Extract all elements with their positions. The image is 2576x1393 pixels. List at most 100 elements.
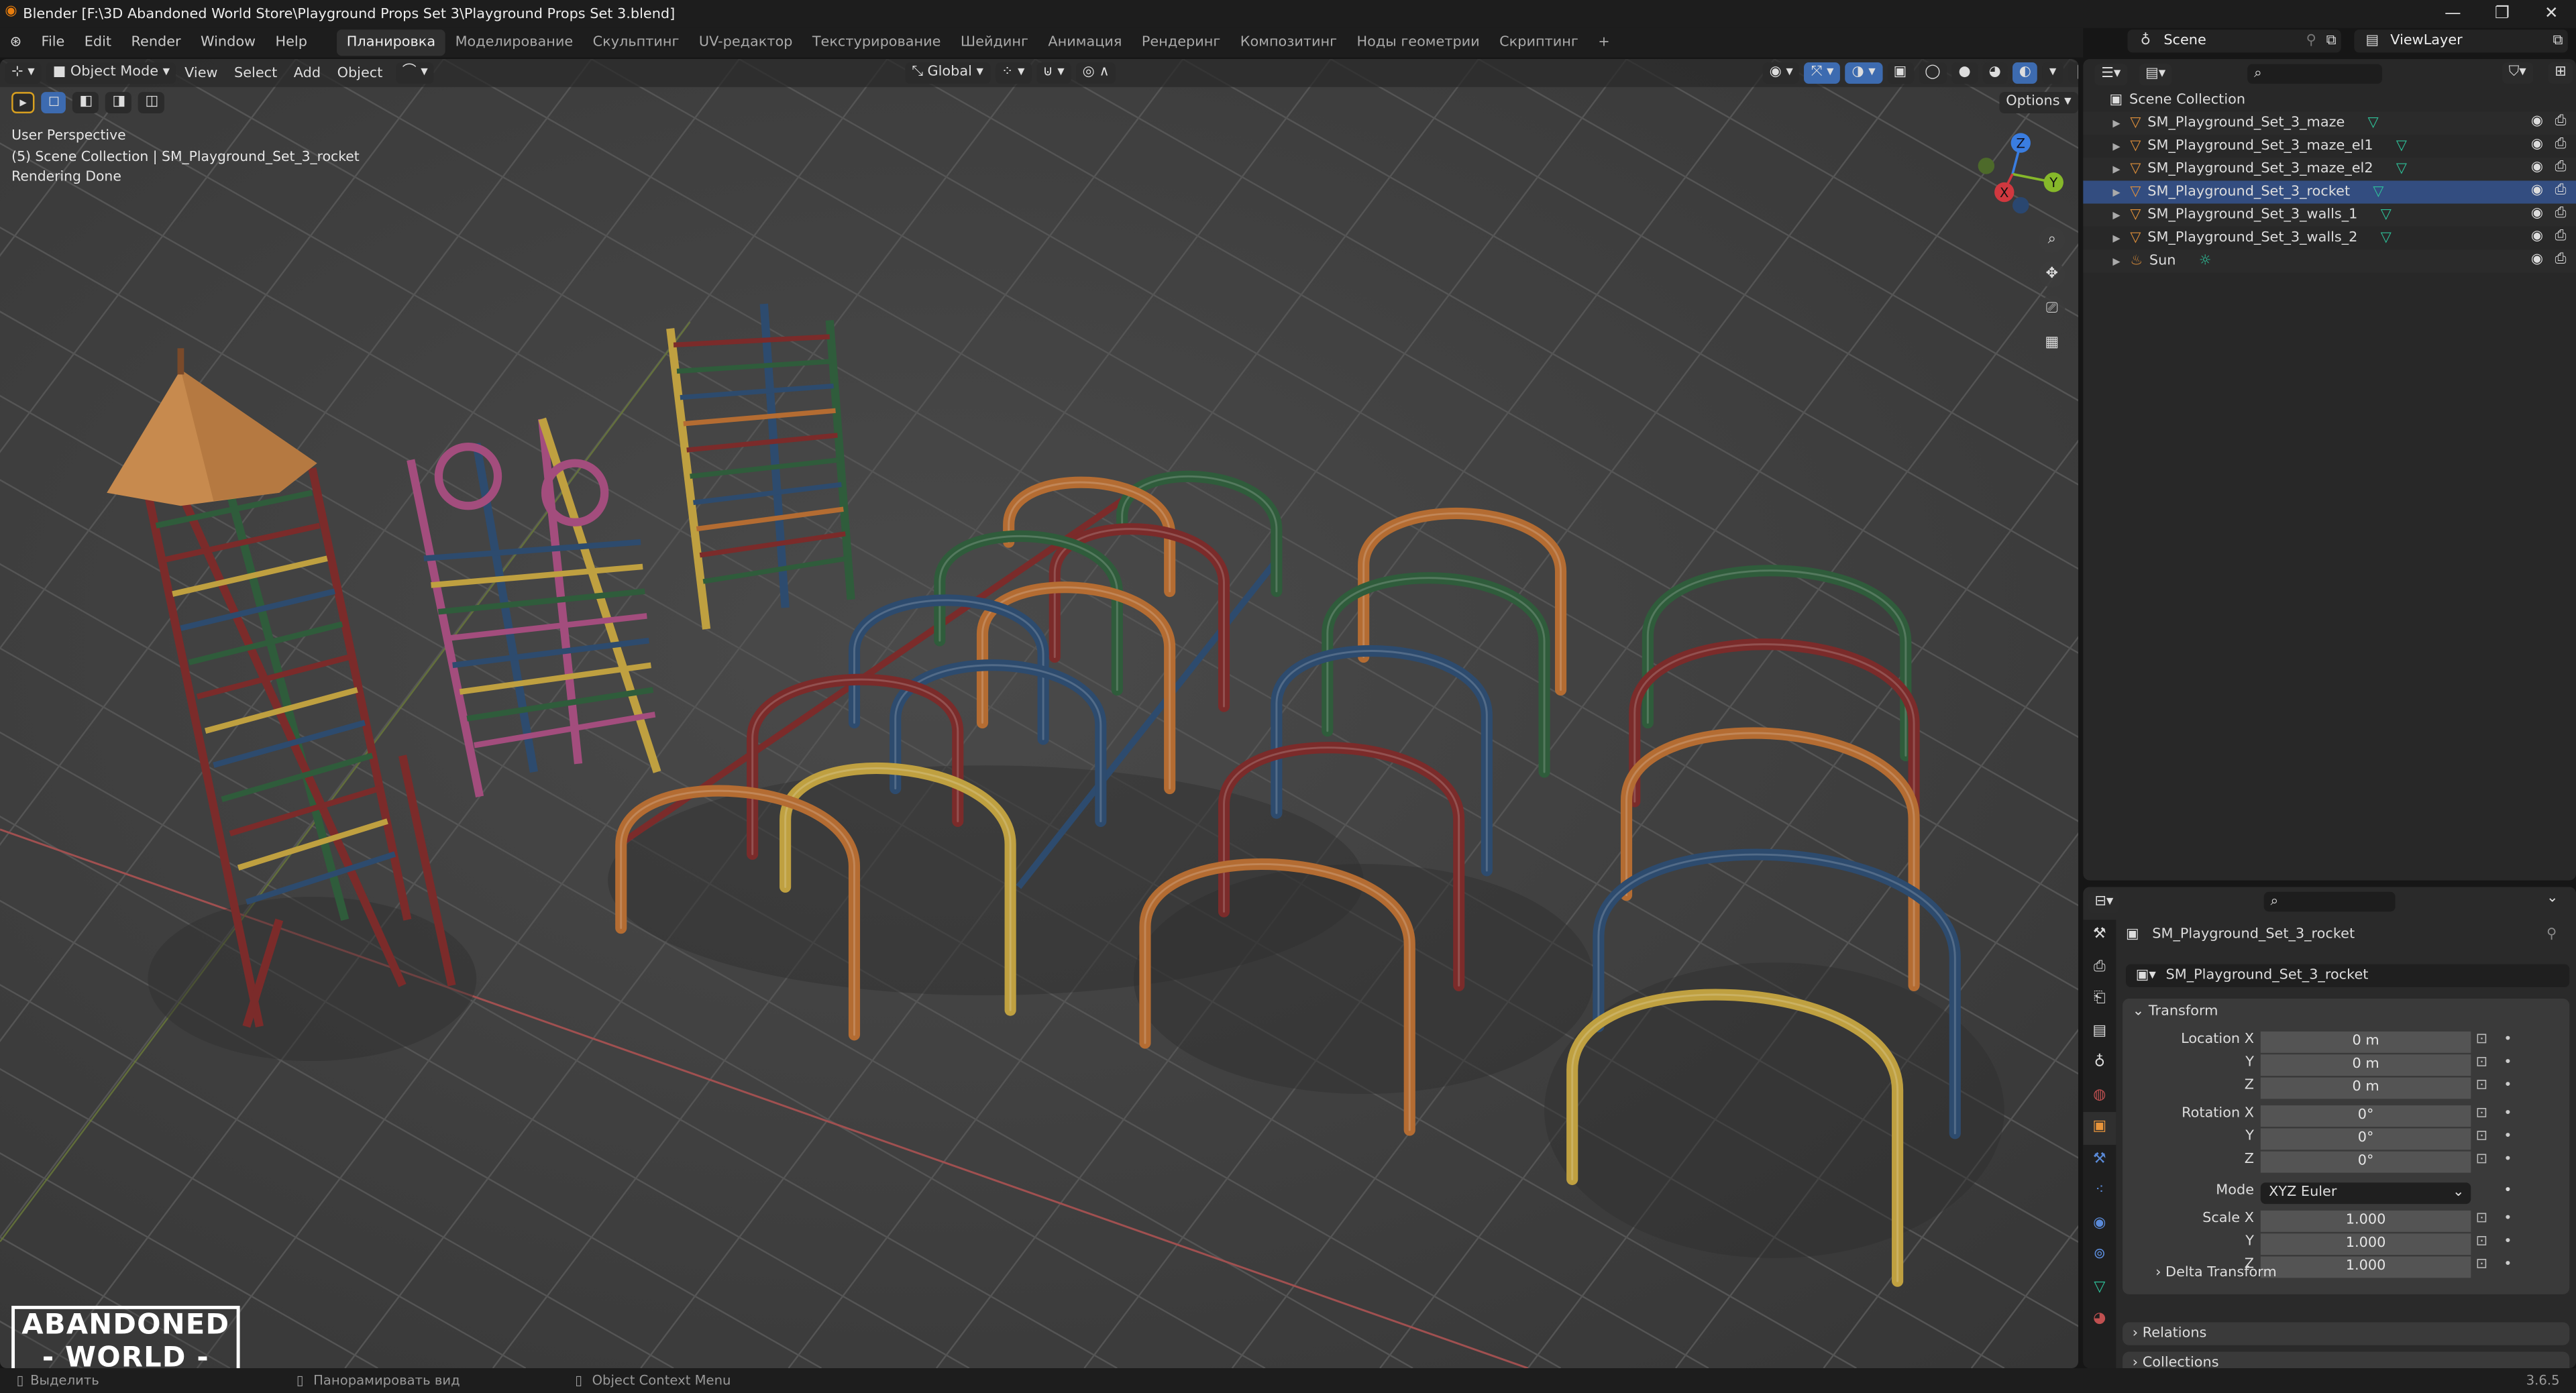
- minimize-button[interactable]: —: [2428, 0, 2477, 28]
- keyframe-dot-icon[interactable]: •: [2504, 1128, 2512, 1144]
- keyframe-dot-icon[interactable]: •: [2504, 1182, 2512, 1199]
- menu-view[interactable]: View: [176, 65, 226, 81]
- gizmo-x[interactable]: X: [2000, 185, 2008, 201]
- sun-data-icon[interactable]: ☼: [2199, 253, 2212, 269]
- zoom-icon[interactable]: ⌕: [2039, 226, 2065, 254]
- tab-texture-paint[interactable]: Текстурирование: [802, 30, 951, 56]
- relations-panel-header[interactable]: › Relations: [2123, 1322, 2570, 1345]
- expand-arrow-icon[interactable]: ▶: [2112, 233, 2120, 244]
- mesh-data-icon[interactable]: ▽: [2381, 230, 2392, 246]
- menu-object[interactable]: Object: [329, 65, 390, 81]
- visibility-eye-icon[interactable]: ◉: [2531, 113, 2543, 129]
- outliner-item-name[interactable]: SM_Playground_Set_3_walls_1: [2147, 207, 2357, 223]
- options-dropdown[interactable]: Options ▾: [1999, 92, 2078, 113]
- tab-modeling[interactable]: Моделирование: [445, 30, 583, 56]
- expand-arrow-icon[interactable]: ▶: [2112, 164, 2120, 175]
- material-tab-icon[interactable]: ◕: [2083, 1304, 2116, 1337]
- outliner-item[interactable]: ▶ ▽ SM_Playground_Set_3_maze_el1 ▽ ◉ ⎙: [2083, 135, 2576, 158]
- outliner-item-name[interactable]: SM_Playground_Set_3_maze_el2: [2147, 161, 2373, 177]
- value-field[interactable]: 0°: [2260, 1105, 2471, 1127]
- outliner-search[interactable]: ⌕: [2247, 64, 2383, 84]
- add-workspace-button[interactable]: +: [1588, 30, 1619, 56]
- keyframe-dot-icon[interactable]: •: [2504, 1211, 2512, 1227]
- physics-tab-icon[interactable]: ◉: [2083, 1208, 2116, 1240]
- render-camera-icon[interactable]: ⎙: [2555, 113, 2567, 129]
- keyframe-dot-icon[interactable]: •: [2504, 1256, 2512, 1272]
- tab-sculpting[interactable]: Скульптинг: [583, 30, 689, 56]
- snap-toggle[interactable]: ⊍ ▾: [1036, 62, 1071, 84]
- keyframe-dot-icon[interactable]: •: [2504, 1032, 2512, 1048]
- lock-icon[interactable]: ⊡: [2476, 1105, 2487, 1121]
- visibility-eye-icon[interactable]: ◉: [2531, 252, 2543, 268]
- gizmo-neg-z[interactable]: [2012, 197, 2029, 214]
- lock-icon[interactable]: ⊡: [2476, 1152, 2487, 1168]
- gizmo-z[interactable]: Z: [2017, 135, 2025, 151]
- proportional-edit-toggle[interactable]: ◎ ∧: [1075, 62, 1116, 84]
- gizmo-toggle[interactable]: ⤧ ▾: [1804, 62, 1841, 84]
- outliner-item-name[interactable]: SM_Playground_Set_3_walls_2: [2147, 230, 2357, 246]
- outliner-item-name[interactable]: SM_Playground_Set_3_rocket: [2147, 184, 2350, 200]
- gizmo-neg-y[interactable]: [1978, 158, 1995, 174]
- shading-wireframe[interactable]: ◯: [1918, 62, 1947, 84]
- outliner-item[interactable]: ▶ ♨ Sun ☼ ◉ ⎙: [2083, 249, 2576, 273]
- menu-render[interactable]: Render: [121, 34, 191, 50]
- view-layer-selector[interactable]: ▤ ViewLayer ⧉: [2354, 30, 2568, 53]
- constraints-tab-icon[interactable]: ⊚: [2083, 1240, 2116, 1272]
- select-extend-icon[interactable]: ◧: [72, 92, 99, 113]
- keyframe-dot-icon[interactable]: •: [2504, 1233, 2512, 1249]
- render-camera-icon[interactable]: ⎙: [2555, 252, 2567, 268]
- lock-icon[interactable]: ⊡: [2476, 1233, 2487, 1249]
- tab-uv-editing[interactable]: UV-редактор: [689, 30, 802, 56]
- delta-transform-header[interactable]: › Delta Transform: [2155, 1265, 2277, 1281]
- outliner-item-name[interactable]: SM_Playground_Set_3_maze: [2147, 115, 2345, 131]
- expand-arrow-icon[interactable]: ▶: [2112, 186, 2120, 198]
- shading-rendered[interactable]: ◐: [2012, 62, 2038, 84]
- new-collection-button[interactable]: ⊞: [2548, 62, 2573, 84]
- outliner-item[interactable]: ▶ ▽ SM_Playground_Set_3_walls_2 ▽ ◉ ⎙: [2083, 227, 2576, 249]
- keyframe-dot-icon[interactable]: •: [2504, 1054, 2512, 1070]
- new-scene-icon[interactable]: ⧉: [2321, 33, 2341, 49]
- transform-header[interactable]: ⌄ Transform: [2133, 1003, 2218, 1019]
- render-camera-icon[interactable]: ⎙: [2555, 228, 2567, 244]
- pan-hand-icon[interactable]: ✥: [2039, 261, 2065, 288]
- tab-geometry-nodes[interactable]: Ноды геометрии: [1347, 30, 1490, 56]
- pause-render-button[interactable]: ❚❚: [2068, 62, 2078, 84]
- visibility-eye-icon[interactable]: ◉: [2531, 228, 2543, 244]
- blender-menu-icon[interactable]: ⊛: [0, 34, 32, 50]
- lock-icon[interactable]: ⊡: [2476, 1128, 2487, 1144]
- scene-collection-row[interactable]: ▣ Scene Collection: [2083, 89, 2576, 111]
- value-field[interactable]: 0 m: [2260, 1054, 2471, 1076]
- tool-tab-icon[interactable]: ⚒: [2083, 920, 2116, 952]
- render-camera-icon[interactable]: ⎙: [2555, 182, 2567, 199]
- editor-type-button[interactable]: ⊹ ▾: [5, 62, 42, 84]
- value-field[interactable]: 1.000: [2260, 1256, 2471, 1278]
- mesh-data-icon[interactable]: ▽: [2396, 161, 2407, 177]
- mesh-data-icon[interactable]: ▽: [2373, 184, 2383, 200]
- object-name-value[interactable]: SM_Playground_Set_3_rocket: [2166, 967, 2369, 983]
- menu-help[interactable]: Help: [266, 34, 317, 50]
- render-camera-icon[interactable]: ⎙: [2555, 136, 2567, 152]
- scene-name[interactable]: Scene: [2163, 33, 2301, 49]
- render-camera-icon[interactable]: ⎙: [2555, 205, 2567, 221]
- camera-view-icon[interactable]: ⎚: [2039, 295, 2065, 323]
- value-field[interactable]: 1.000: [2260, 1233, 2471, 1256]
- pin-icon[interactable]: ⚲: [2301, 33, 2321, 49]
- gizmo-y[interactable]: Y: [2049, 175, 2057, 190]
- outliner-item[interactable]: ▶ ▽ SM_Playground_Set_3_maze ▽ ◉ ⎙: [2083, 111, 2576, 135]
- mesh-data-icon[interactable]: ▽: [2396, 138, 2407, 154]
- tab-rendering[interactable]: Рендеринг: [1132, 30, 1230, 56]
- pin-icon[interactable]: ⚲: [2546, 926, 2557, 942]
- keyframe-dot-icon[interactable]: •: [2504, 1078, 2512, 1094]
- render-tab-icon[interactable]: ⎙: [2083, 952, 2116, 984]
- visibility-eye-icon[interactable]: ◉: [2531, 136, 2543, 152]
- tab-layout[interactable]: Планировка: [337, 30, 445, 56]
- xray-toggle[interactable]: ▣: [1886, 62, 1914, 84]
- lock-icon[interactable]: ⊡: [2476, 1032, 2487, 1048]
- visibility-eye-icon[interactable]: ◉: [2531, 182, 2543, 199]
- shading-material[interactable]: ◕: [1982, 62, 2008, 84]
- keyframe-dot-icon[interactable]: •: [2504, 1105, 2512, 1121]
- menu-file[interactable]: File: [32, 34, 74, 50]
- keyframe-dot-icon[interactable]: •: [2504, 1152, 2512, 1168]
- properties-search[interactable]: ⌕: [2263, 891, 2396, 912]
- particles-tab-icon[interactable]: ⁖: [2083, 1176, 2116, 1208]
